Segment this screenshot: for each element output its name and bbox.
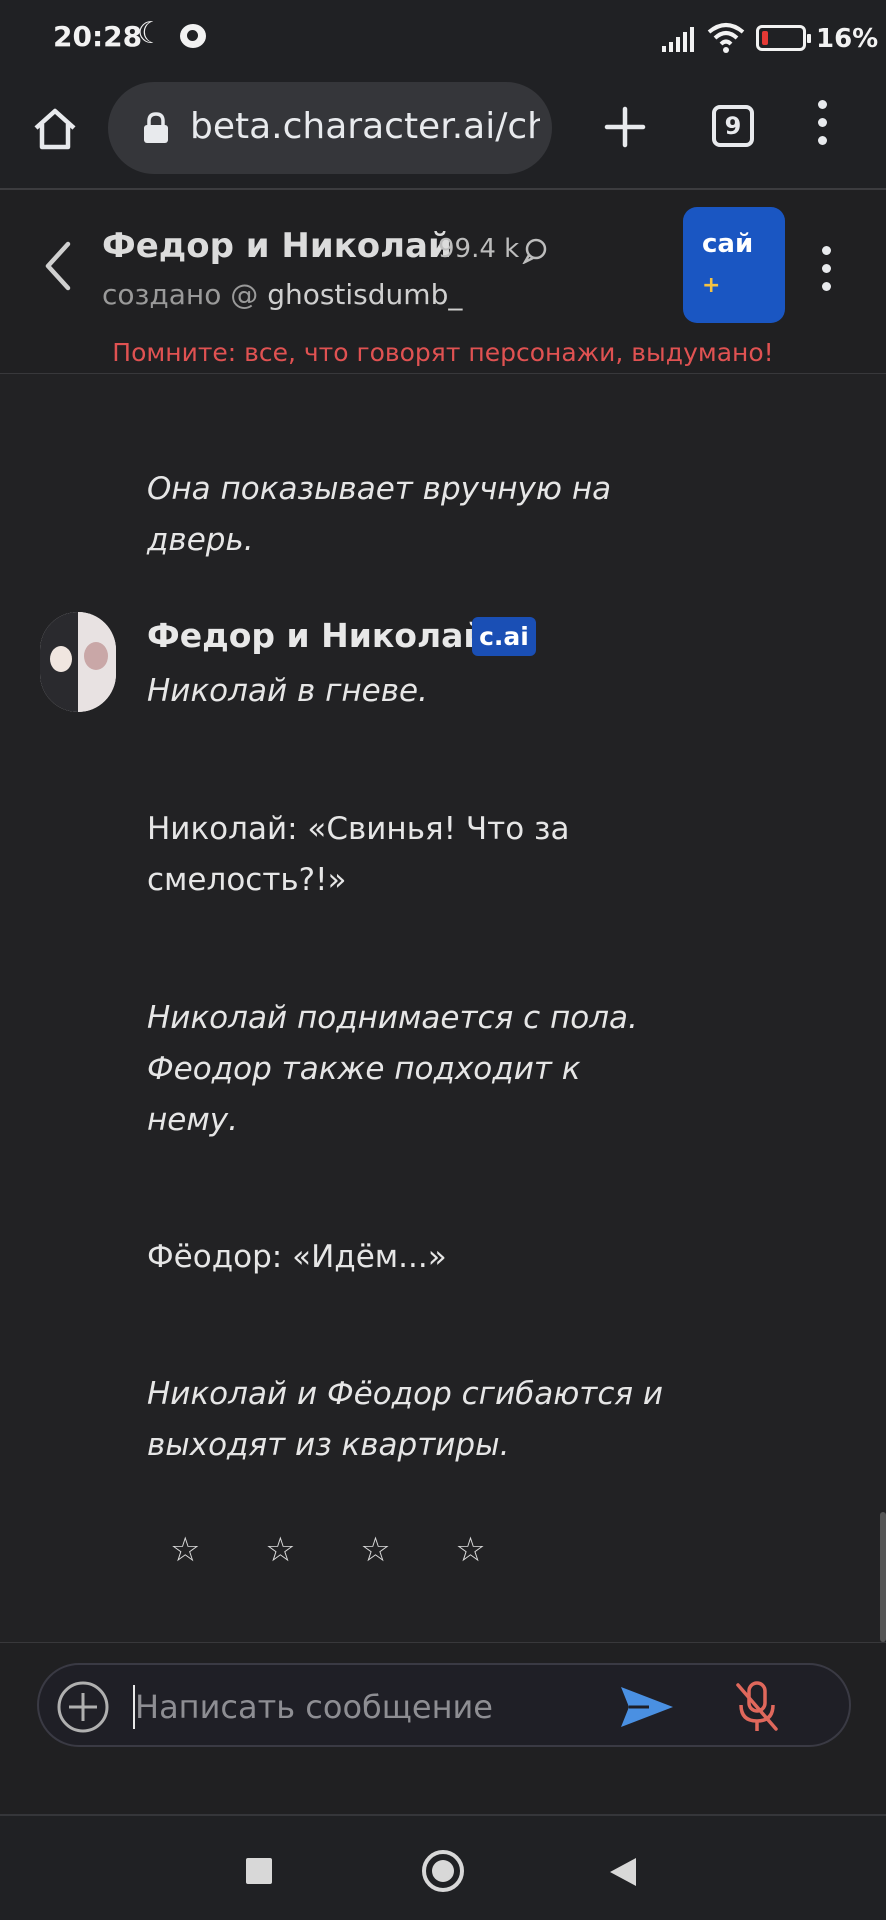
message-input[interactable]: Написать сообщение (135, 1685, 493, 1729)
browser-toolbar: beta.character.ai/chat 9 (0, 78, 886, 190)
moon-icon: ☾ (137, 16, 164, 51)
add-circle-icon[interactable] (55, 1679, 111, 1735)
battery-icon (756, 25, 811, 51)
rating-star-3[interactable]: ☆ (360, 1530, 450, 1570)
home-nav-icon[interactable] (422, 1850, 464, 1892)
cai-plus-label: сай (702, 229, 754, 259)
status-bar: 20:28 ☾ 16% (0, 0, 886, 78)
notification-icon (180, 24, 206, 48)
chat-header: Федор и Николай 99.4 k создано @ ghostis… (0, 190, 886, 374)
message-paragraph: Николай и Фёодор сгибаются и выходят из … (147, 1376, 664, 1463)
scrollbar[interactable] (880, 1512, 886, 1642)
rating-star-4[interactable]: ☆ (455, 1530, 545, 1570)
battery-percent: 16% (816, 24, 879, 54)
recents-icon[interactable] (246, 1858, 272, 1884)
tabs-count-button[interactable]: 9 (712, 105, 754, 147)
fiction-warning: Помните: все, что говорят персонажи, выд… (112, 338, 774, 367)
avatar[interactable] (40, 612, 116, 712)
cai-plus-button[interactable]: сай + (683, 207, 785, 323)
message-paragraph: Николай поднимается с пола. Феодор также… (147, 1000, 638, 1138)
back-arrow-icon[interactable] (38, 238, 78, 294)
new-tab-plus-icon[interactable] (600, 102, 650, 152)
previous-message-tail: Она показывает вручную на дверь. (147, 471, 612, 558)
battery-level (762, 31, 768, 45)
character-name: Федор и Николай (102, 226, 452, 266)
cai-plus-symbol: + (702, 273, 721, 298)
more-vert-icon[interactable] (812, 100, 832, 156)
status-time: 20:28 (53, 20, 143, 53)
page: 20:28 ☾ 16% beta.character.ai/ch 9 Федор… (0, 0, 886, 1920)
creator-name[interactable]: ghostisdumb_ (267, 278, 462, 311)
message-rating: ☆ ☆ ☆ ☆ (170, 1530, 545, 1576)
message-paragraph: Николай в гневе. (147, 673, 428, 709)
message-sender-name: Федор и Николай (147, 616, 487, 655)
chat-options-icon[interactable] (816, 246, 836, 302)
message-paragraph: Фёодор: «Идём...» (147, 1239, 447, 1275)
chat-bubble-icon (522, 238, 547, 264)
rating-star-1[interactable]: ☆ (170, 1530, 260, 1570)
nav-back-icon[interactable] (608, 1856, 638, 1888)
wifi-icon (707, 23, 745, 53)
interaction-count: 99.4 k (438, 234, 520, 264)
message-input-container[interactable]: Написать сообщение (37, 1663, 851, 1747)
cai-badge: c.ai (472, 617, 536, 656)
mic-off-icon[interactable] (732, 1679, 782, 1735)
creator-line: создано @ ghostisdumb_ (102, 278, 462, 311)
url-text[interactable]: beta.character.ai/chat (190, 106, 540, 147)
signal-icon (662, 27, 694, 52)
home-icon[interactable] (30, 104, 80, 154)
creator-prefix: создано @ (102, 278, 259, 311)
system-nav-bar (0, 1814, 886, 1920)
lock-icon[interactable] (142, 112, 170, 144)
message-paragraph: Николай: «Свинья! Что за смелость?!» (147, 811, 570, 898)
composer: Написать сообщение (0, 1642, 886, 1814)
rating-star-2[interactable]: ☆ (265, 1530, 355, 1570)
send-icon[interactable] (619, 1683, 675, 1731)
address-bar[interactable]: beta.character.ai/chat (108, 82, 552, 174)
